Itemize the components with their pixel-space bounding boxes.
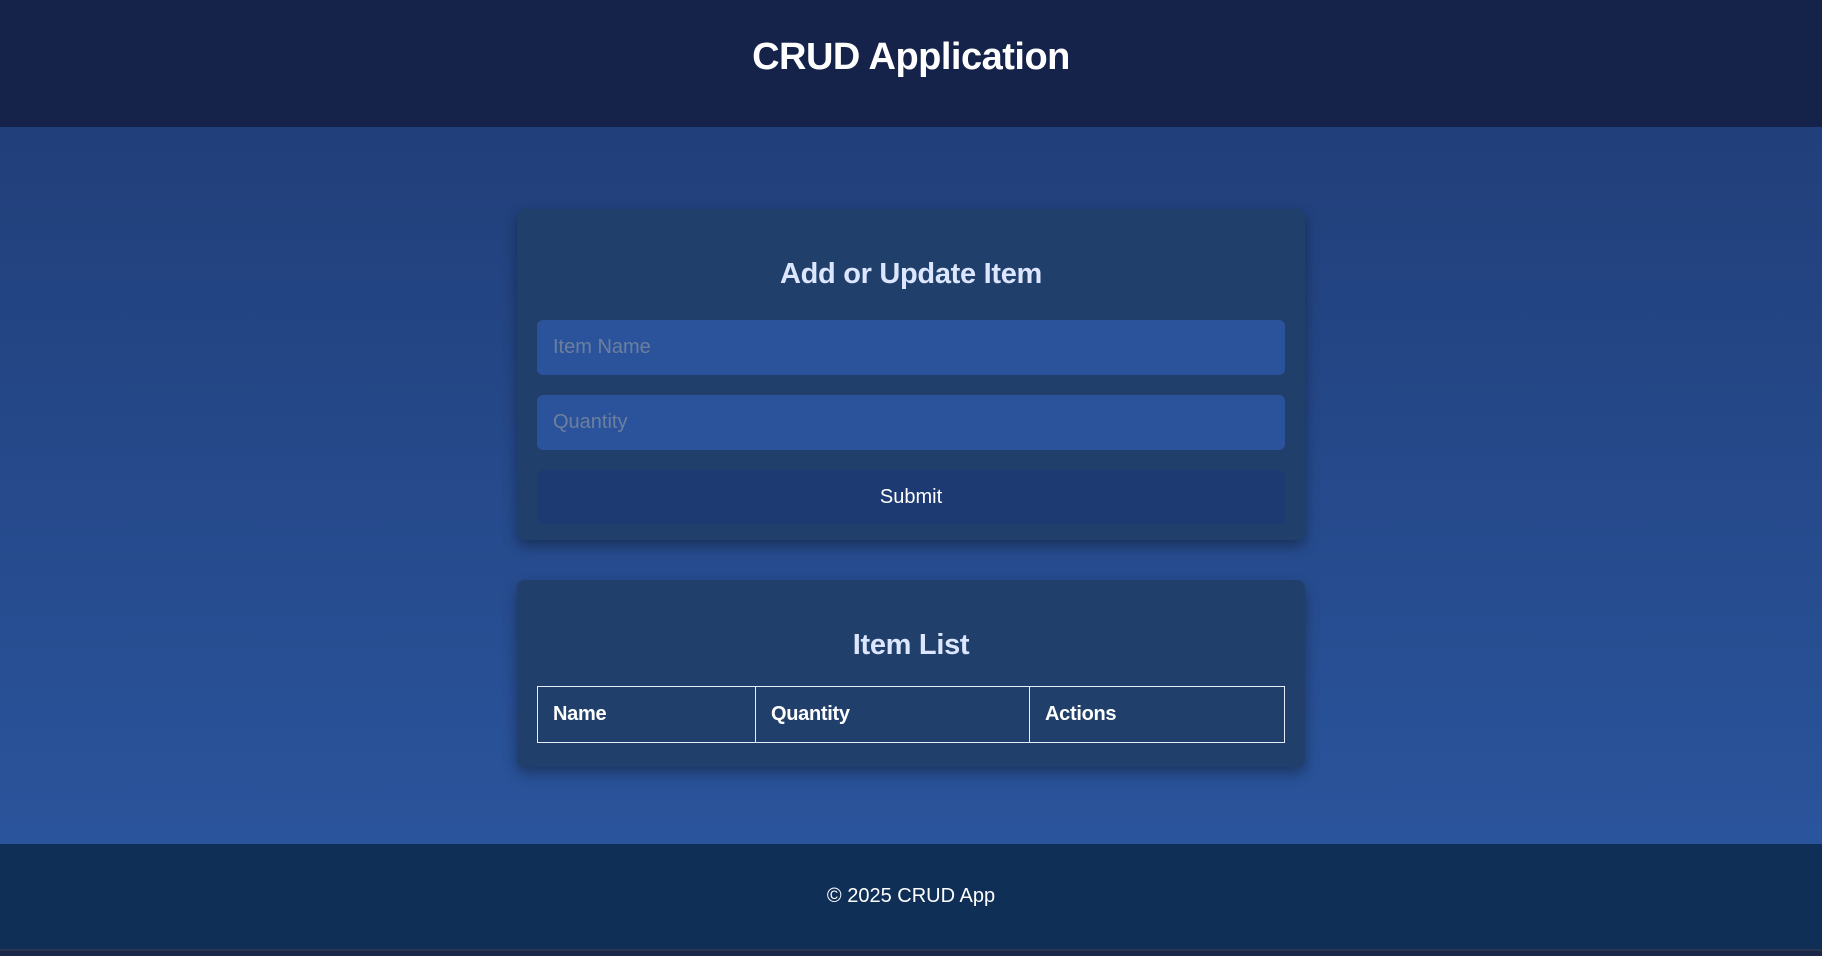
column-header-actions: Actions (1029, 686, 1285, 743)
quantity-input[interactable] (537, 395, 1285, 450)
column-header-quantity: Quantity (755, 686, 1030, 743)
app-header: CRUD Application (0, 0, 1822, 127)
form-heading: Add or Update Item (779, 258, 1043, 290)
submit-button[interactable]: Submit (537, 470, 1285, 524)
item-form-card: Add or Update Item Submit (517, 209, 1305, 540)
list-heading: Item List (852, 629, 970, 661)
item-table: Name Quantity Actions (537, 686, 1285, 743)
app-title: CRUD Application (752, 36, 1070, 78)
main-content: Add or Update Item Submit Item List Name… (0, 127, 1822, 844)
table-header-row: Name Quantity Actions (537, 686, 1285, 743)
item-list-card: Item List Name Quantity Actions (517, 580, 1305, 767)
column-header-name: Name (537, 686, 756, 743)
item-name-input[interactable] (537, 320, 1285, 375)
footer-text: © 2025 CRUD App (826, 885, 996, 907)
app-footer: © 2025 CRUD App (0, 844, 1822, 951)
